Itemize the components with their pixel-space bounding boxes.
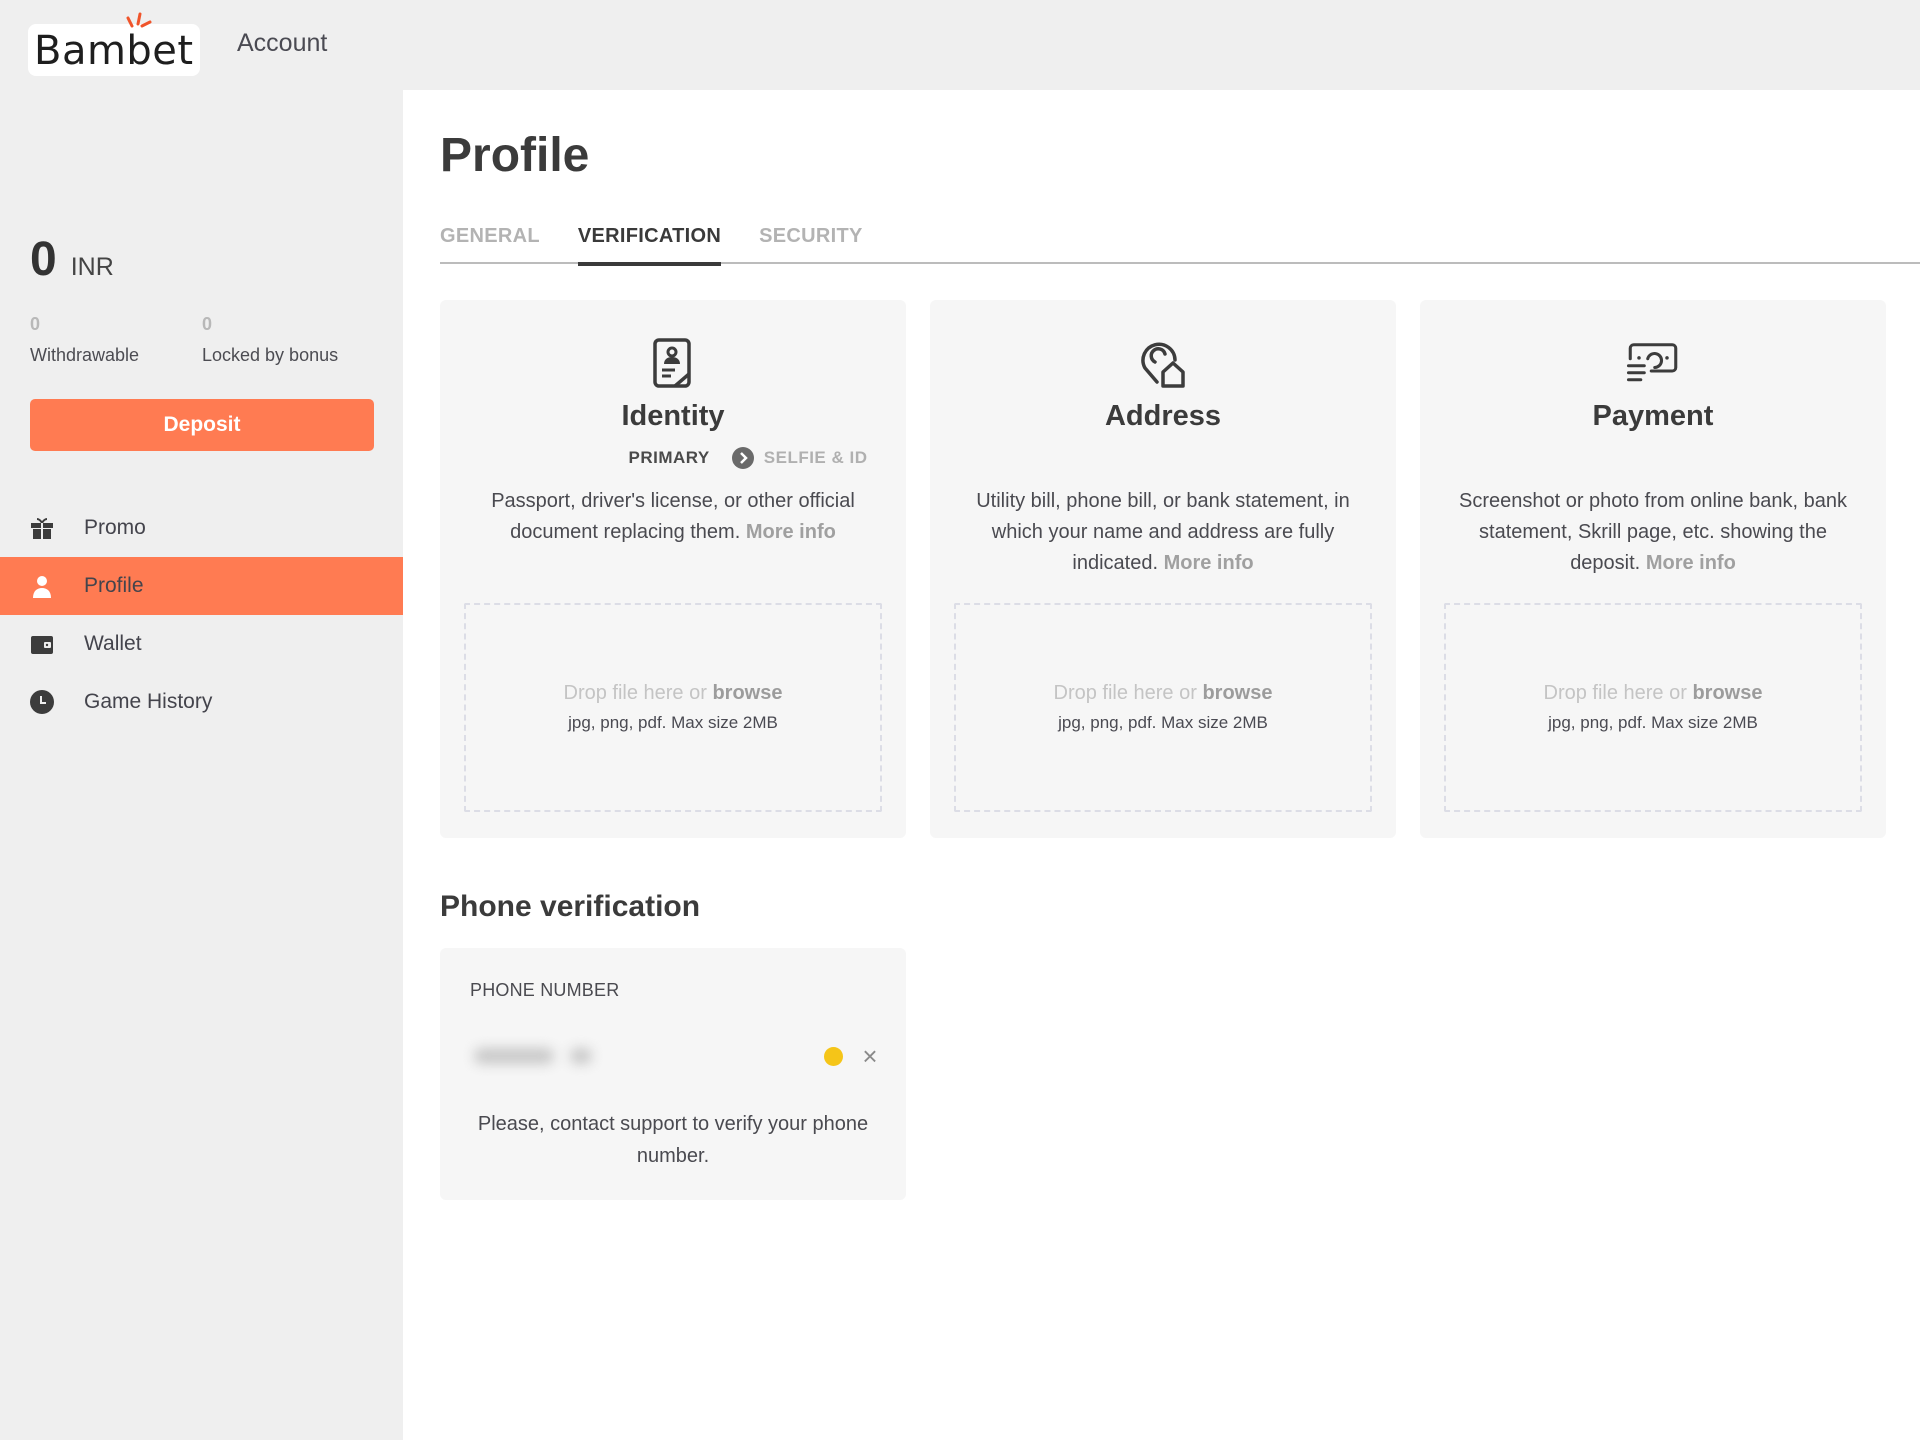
logo-text: Bambet bbox=[34, 28, 194, 74]
close-icon[interactable]: × bbox=[856, 1042, 884, 1070]
browse-link[interactable]: browse bbox=[1202, 682, 1272, 704]
file-hint: jpg, png, pdf. Max size 2MB bbox=[1548, 713, 1758, 732]
more-info-link[interactable]: More info bbox=[746, 521, 836, 543]
address-card: Address Utility bill, phone bill, or ban… bbox=[930, 300, 1396, 838]
phone-verification-title: Phone verification bbox=[440, 890, 701, 923]
balance-display: 0 INR bbox=[30, 232, 114, 287]
verification-cards: Identity PRIMARY SELFIE & ID Passport, d… bbox=[440, 300, 1886, 838]
drop-text: Drop file here or browse bbox=[564, 682, 783, 705]
card-description: Screenshot or photo from online bank, ba… bbox=[1450, 486, 1856, 579]
card-description: Passport, driver's license, or other off… bbox=[470, 486, 876, 548]
sidebar-item-wallet[interactable]: Wallet bbox=[0, 615, 403, 673]
sidebar-item-game-history[interactable]: Game History bbox=[0, 673, 403, 731]
step-secondary[interactable]: SELFIE & ID bbox=[764, 448, 868, 468]
payment-card: Payment Screenshot or photo from online … bbox=[1420, 300, 1886, 838]
main-panel: Profile GENERAL VERIFICATION SECURITY Id… bbox=[403, 90, 1920, 1440]
sidebar-item-label: Profile bbox=[84, 574, 144, 597]
address-dropzone[interactable]: Drop file here or browse jpg, png, pdf. … bbox=[954, 603, 1372, 812]
bambet-logo[interactable]: Bambet bbox=[28, 12, 200, 76]
card-title: Payment bbox=[1592, 400, 1714, 432]
drop-label: Drop file here or bbox=[1053, 682, 1197, 704]
gift-icon bbox=[30, 516, 54, 540]
drop-text: Drop file here or browse bbox=[1544, 682, 1763, 705]
locked-balance: 0 Locked by bonus bbox=[202, 314, 338, 366]
sidebar-item-label: Promo bbox=[84, 516, 146, 539]
drop-label: Drop file here or bbox=[1543, 682, 1687, 704]
user-icon bbox=[30, 574, 54, 598]
balance-amount: 0 bbox=[30, 233, 57, 286]
file-hint: jpg, png, pdf. Max size 2MB bbox=[568, 713, 778, 732]
sidebar-item-profile[interactable]: Profile bbox=[0, 557, 403, 615]
withdrawable-label: Withdrawable bbox=[30, 345, 140, 365]
browse-link[interactable]: browse bbox=[712, 682, 782, 704]
payment-dropzone[interactable]: Drop file here or browse jpg, png, pdf. … bbox=[1444, 603, 1862, 812]
more-info-link[interactable]: More info bbox=[1164, 552, 1254, 574]
id-document-icon bbox=[653, 338, 691, 388]
locked-label: Locked by bonus bbox=[202, 345, 339, 365]
chevron-right-circle-icon bbox=[731, 447, 754, 469]
location-home-icon bbox=[1141, 342, 1185, 388]
browse-link[interactable]: browse bbox=[1692, 682, 1762, 704]
phone-number-label: PHONE NUMBER bbox=[470, 980, 620, 1000]
card-description: Utility bill, phone bill, or bank statem… bbox=[960, 486, 1366, 579]
drop-label: Drop file here or bbox=[563, 682, 707, 704]
wallet-icon bbox=[30, 632, 54, 656]
withdrawable-balance: 0 Withdrawable bbox=[30, 314, 139, 366]
tab-security[interactable]: SECURITY bbox=[759, 208, 863, 264]
sidebar-item-promo[interactable]: Promo bbox=[0, 499, 403, 557]
phone-verification-card: PHONE NUMBER × Please, contact support t… bbox=[440, 948, 906, 1200]
file-hint: jpg, png, pdf. Max size 2MB bbox=[1058, 713, 1268, 732]
sidebar-item-label: Wallet bbox=[84, 632, 142, 655]
withdrawable-value: 0 bbox=[30, 314, 41, 334]
step-primary: PRIMARY bbox=[628, 448, 710, 467]
balance-currency: INR bbox=[70, 253, 114, 281]
tab-verification[interactable]: VERIFICATION bbox=[577, 208, 722, 266]
more-info-link[interactable]: More info bbox=[1646, 552, 1736, 574]
header-account-link[interactable]: Account bbox=[237, 29, 327, 58]
sidebar-item-label: Game History bbox=[84, 690, 213, 713]
phone-number-value-blurred bbox=[474, 1044, 610, 1068]
pending-status-icon bbox=[824, 1047, 843, 1066]
identity-card: Identity PRIMARY SELFIE & ID Passport, d… bbox=[440, 300, 906, 838]
profile-tabs: GENERAL VERIFICATION SECURITY bbox=[440, 208, 1920, 266]
locked-value: 0 bbox=[202, 314, 213, 334]
tab-general[interactable]: GENERAL bbox=[440, 208, 540, 264]
identity-steps: PRIMARY SELFIE & ID bbox=[440, 447, 906, 469]
card-title: Address bbox=[1104, 400, 1222, 432]
clock-icon bbox=[30, 690, 54, 714]
identity-dropzone[interactable]: Drop file here or browse jpg, png, pdf. … bbox=[464, 603, 882, 812]
card-title: Identity bbox=[621, 400, 725, 432]
page-title: Profile bbox=[440, 129, 590, 182]
phone-support-message: Please, contact support to verify your p… bbox=[477, 1113, 869, 1167]
sidebar-nav: Promo Profile Wallet Game History bbox=[0, 499, 403, 731]
payment-banknote-icon bbox=[1626, 343, 1678, 382]
deposit-button[interactable]: Deposit bbox=[30, 399, 374, 451]
drop-text: Drop file here or browse bbox=[1054, 682, 1273, 705]
